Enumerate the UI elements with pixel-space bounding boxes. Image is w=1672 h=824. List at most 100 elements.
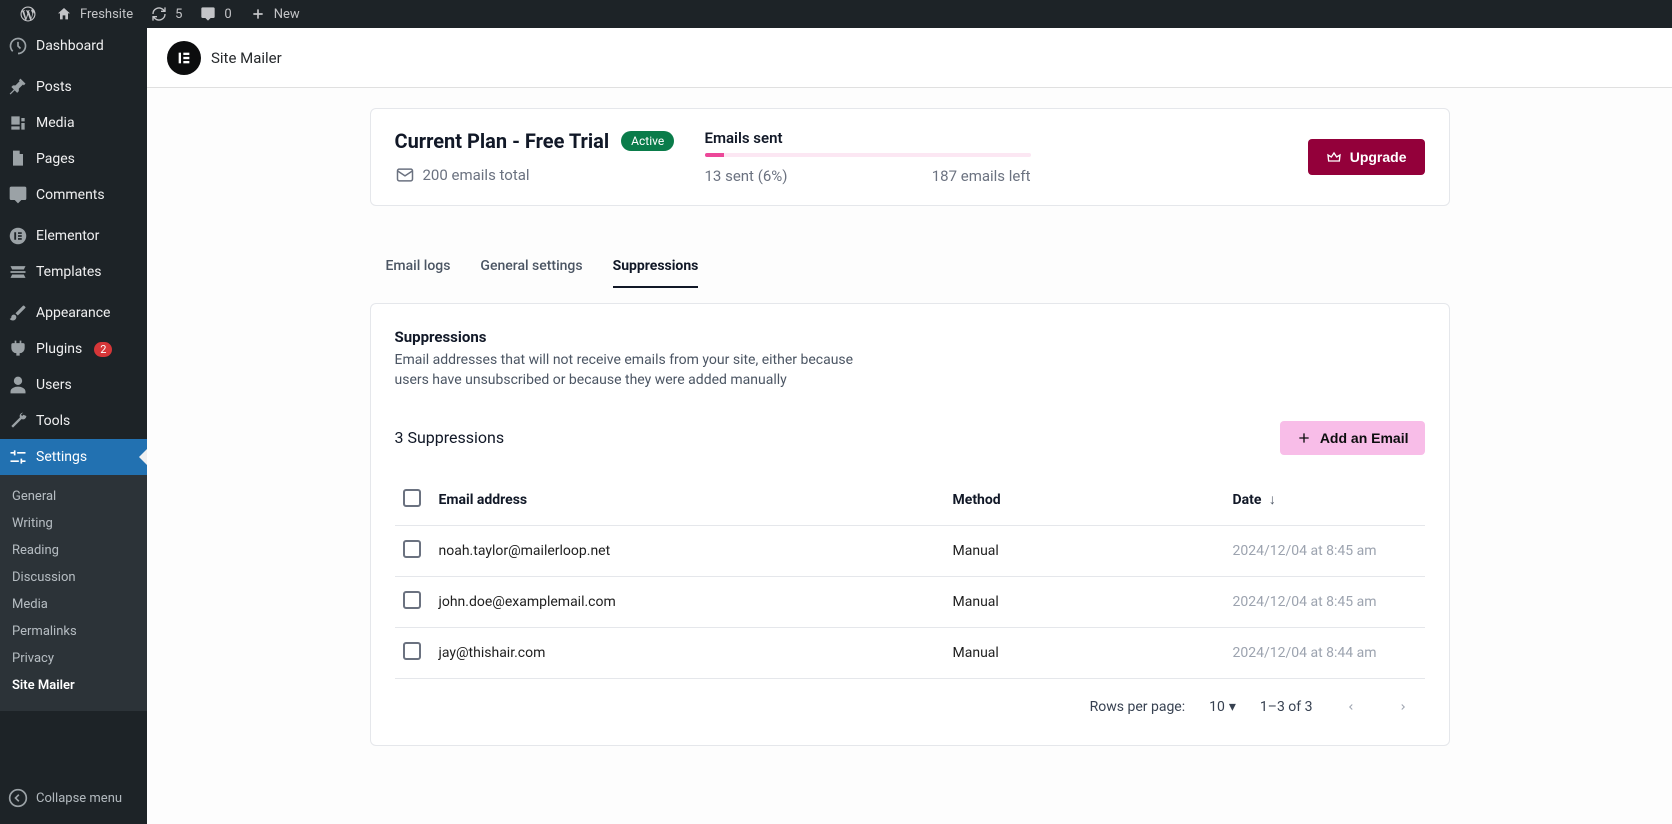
brush-icon (8, 303, 28, 323)
admin-bar: Freshsite 5 0 New (0, 0, 1672, 28)
row-checkbox[interactable] (403, 540, 421, 558)
plugins-badge: 2 (94, 342, 112, 357)
emails-sent-heading: Emails sent (705, 129, 1308, 147)
sidebar-item-dashboard[interactable]: Dashboard (0, 28, 147, 64)
suppressions-panel: Suppressions Email addresses that will n… (370, 303, 1450, 746)
row-checkbox[interactable] (403, 642, 421, 660)
sidebar-item-label: Comments (36, 187, 105, 203)
submenu-item-privacy[interactable]: Privacy (0, 645, 147, 672)
collapse-menu-button[interactable]: Collapse menu (0, 780, 147, 816)
sidebar-item-label: Plugins (36, 341, 82, 357)
submenu-item-general[interactable]: General (0, 483, 147, 510)
pin-icon (8, 77, 28, 97)
arrow-down-icon: ↓ (1269, 492, 1276, 508)
cell-date: 2024/12/04 at 8:45 am (1225, 525, 1425, 576)
new-content-link[interactable]: New (240, 0, 308, 28)
cell-method: Manual (945, 525, 1225, 576)
column-header-date[interactable]: Date ↓ (1225, 475, 1425, 526)
comment-icon (198, 4, 218, 24)
site-name-link[interactable]: Freshsite (46, 0, 141, 28)
main-content: Site Mailer Current Plan - Free Trial Ac… (147, 28, 1672, 824)
plus-icon (248, 4, 268, 24)
sidebar-item-comments[interactable]: Comments (0, 177, 147, 213)
sidebar-item-label: Users (36, 377, 72, 393)
rows-per-page-label: Rows per page: (1090, 699, 1185, 715)
dashboard-icon (8, 36, 28, 56)
submenu-item-permalinks[interactable]: Permalinks (0, 618, 147, 645)
elementor-icon (8, 226, 28, 246)
sidebar-item-elementor[interactable]: Elementor (0, 218, 147, 254)
prev-page-button[interactable] (1337, 693, 1365, 721)
emails-left-label: 187 emails left (932, 167, 1031, 185)
new-label: New (274, 7, 300, 22)
sidebar-item-pages[interactable]: Pages (0, 141, 147, 177)
envelope-icon (395, 165, 415, 185)
panel-title: Suppressions (395, 328, 1425, 346)
submenu-item-media[interactable]: Media (0, 591, 147, 618)
table-row: noah.taylor@mailerloop.net Manual 2024/1… (395, 525, 1425, 576)
admin-sidebar: Dashboard Posts Media Pages Comments Ele… (0, 28, 147, 824)
updates-count: 5 (175, 7, 182, 22)
crown-icon (1326, 149, 1342, 165)
add-email-button[interactable]: Add an Email (1280, 421, 1425, 455)
cell-email: jay@thishair.com (431, 627, 945, 678)
updates-link[interactable]: 5 (141, 0, 190, 28)
chevron-down-icon: ▾ (1229, 699, 1236, 715)
collapse-icon (8, 788, 28, 808)
cell-email: john.doe@examplemail.com (431, 576, 945, 627)
comments-count: 0 (224, 7, 231, 22)
home-icon (54, 4, 74, 24)
row-checkbox[interactable] (403, 591, 421, 609)
sidebar-item-appearance[interactable]: Appearance (0, 295, 147, 331)
plus-icon (1296, 430, 1312, 446)
upgrade-button[interactable]: Upgrade (1308, 139, 1425, 175)
sidebar-item-templates[interactable]: Templates (0, 254, 147, 290)
column-header-method[interactable]: Method (945, 475, 1225, 526)
sidebar-item-label: Templates (36, 264, 102, 280)
site-name-label: Freshsite (80, 7, 133, 22)
submenu-item-discussion[interactable]: Discussion (0, 564, 147, 591)
templates-icon (8, 262, 28, 282)
status-badge: Active (621, 131, 674, 151)
emails-sent-label: 13 sent (6%) (705, 167, 788, 185)
upgrade-label: Upgrade (1350, 149, 1407, 165)
suppressions-count: 3 Suppressions (395, 428, 505, 447)
page-title: Site Mailer (211, 49, 282, 67)
sidebar-item-label: Pages (36, 151, 75, 167)
sidebar-item-posts[interactable]: Posts (0, 69, 147, 105)
tab-general-settings[interactable]: General settings (480, 246, 582, 288)
sidebar-item-label: Settings (36, 449, 87, 465)
tab-suppressions[interactable]: Suppressions (613, 246, 699, 288)
add-email-label: Add an Email (1320, 430, 1409, 446)
cell-method: Manual (945, 576, 1225, 627)
rows-per-page-select[interactable]: 10 ▾ (1209, 699, 1236, 715)
submenu-item-writing[interactable]: Writing (0, 510, 147, 537)
submenu-item-site-mailer[interactable]: Site Mailer (0, 672, 147, 699)
elementor-logo-icon (167, 41, 201, 75)
sidebar-item-plugins[interactable]: Plugins 2 (0, 331, 147, 367)
cell-method: Manual (945, 627, 1225, 678)
sidebar-item-label: Media (36, 115, 75, 131)
emails-total-label: 200 emails total (423, 166, 530, 184)
sidebar-item-users[interactable]: Users (0, 367, 147, 403)
wp-logo[interactable] (10, 0, 46, 28)
cell-email: noah.taylor@mailerloop.net (431, 525, 945, 576)
next-page-button[interactable] (1389, 693, 1417, 721)
plug-icon (8, 339, 28, 359)
plan-title: Current Plan - Free Trial (395, 129, 610, 153)
column-header-email[interactable]: Email address (431, 475, 945, 526)
collapse-label: Collapse menu (36, 791, 122, 806)
sidebar-item-media[interactable]: Media (0, 105, 147, 141)
panel-description: Email addresses that will not receive em… (395, 350, 875, 391)
sidebar-item-label: Tools (36, 413, 70, 429)
refresh-icon (149, 4, 169, 24)
cell-date: 2024/12/04 at 8:45 am (1225, 576, 1425, 627)
select-all-checkbox[interactable] (403, 489, 421, 507)
submenu-item-reading[interactable]: Reading (0, 537, 147, 564)
sidebar-item-settings[interactable]: Settings (0, 439, 147, 475)
sidebar-item-tools[interactable]: Tools (0, 403, 147, 439)
wordpress-icon (18, 4, 38, 24)
sidebar-item-label: Posts (36, 79, 72, 95)
tab-email-logs[interactable]: Email logs (386, 246, 451, 288)
comments-link[interactable]: 0 (190, 0, 239, 28)
